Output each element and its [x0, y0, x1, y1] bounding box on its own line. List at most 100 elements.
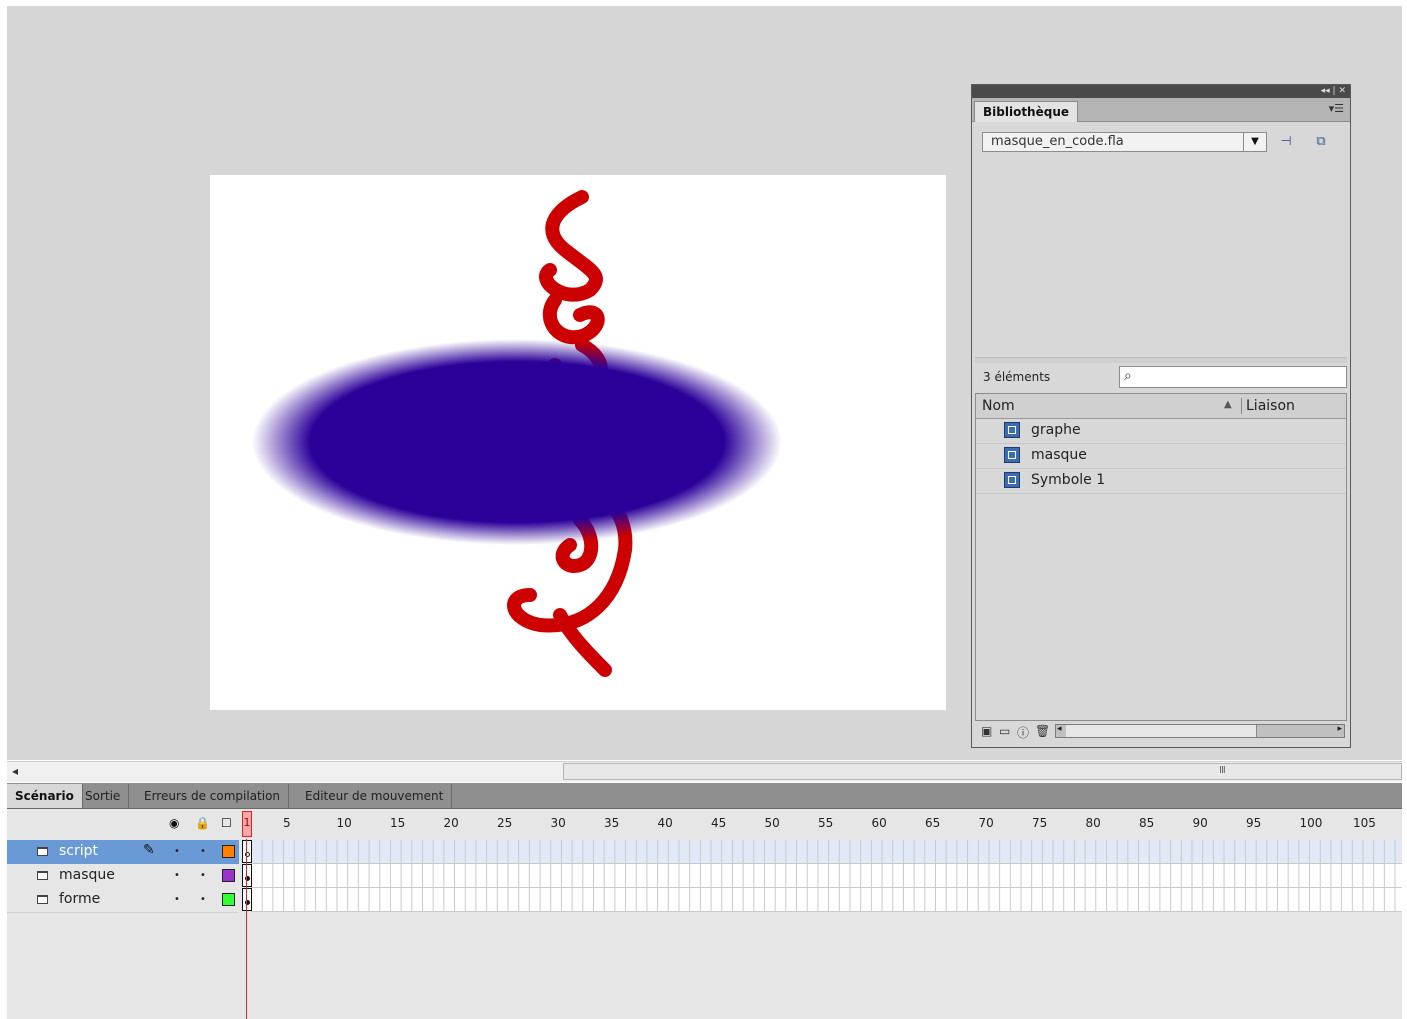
- frame-number: 85: [1139, 816, 1155, 830]
- eye-icon[interactable]: ◉: [169, 816, 179, 830]
- library-panel: ◂◂ | ✕ Bibliothèque ▾☰ masque_en_code.fl…: [971, 84, 1351, 748]
- scroll-thumb[interactable]: [1066, 725, 1257, 737]
- visibility-dot[interactable]: •: [174, 894, 180, 905]
- scroll-left-icon[interactable]: ◂: [12, 764, 18, 778]
- library-divider[interactable]: [975, 357, 1347, 363]
- frame-row[interactable]: [251, 888, 1402, 912]
- outline-color-swatch[interactable]: [222, 845, 235, 858]
- visibility-dot[interactable]: •: [174, 846, 180, 857]
- frame-grid[interactable]: [251, 840, 1402, 913]
- outline-icon[interactable]: ☐: [221, 816, 232, 830]
- frame-number: 40: [657, 816, 673, 830]
- timeline-tab-row: Scénario Sortie Erreurs de compilation E…: [7, 783, 1402, 809]
- tab-motion-editor[interactable]: Editeur de mouvement: [297, 784, 453, 808]
- frame-number: 75: [1032, 816, 1048, 830]
- library-titlebar: ◂◂ | ✕: [972, 85, 1350, 98]
- library-item[interactable]: graphe: [976, 419, 1346, 444]
- tab-scenario[interactable]: Scénario: [7, 784, 83, 808]
- scroll-grip-icon: III: [1219, 765, 1226, 776]
- new-symbol-icon[interactable]: ▣: [981, 724, 992, 738]
- layer-name: forme: [59, 891, 101, 907]
- column-linkage-header[interactable]: Liaison: [1241, 398, 1295, 414]
- lock-dot[interactable]: •: [200, 846, 206, 857]
- pin-library-icon[interactable]: ⊣: [1277, 133, 1295, 151]
- scroll-right-icon[interactable]: ▸: [1337, 724, 1342, 734]
- frame-number: 5: [283, 816, 291, 830]
- tab-sortie[interactable]: Sortie: [77, 784, 130, 808]
- sort-ascending-icon[interactable]: ▲: [1224, 399, 1232, 410]
- frame-number: 95: [1246, 816, 1262, 830]
- library-search-input[interactable]: ⌕: [1119, 366, 1347, 388]
- playhead[interactable]: 1: [242, 811, 252, 837]
- keyframe[interactable]: [242, 888, 252, 911]
- panel-menu-icon[interactable]: ▾☰: [1329, 102, 1344, 115]
- frame-number: 90: [1192, 816, 1208, 830]
- frame-number: 15: [390, 816, 406, 830]
- outline-color-swatch[interactable]: [222, 893, 235, 906]
- layer-icon: [37, 895, 48, 904]
- layer-script[interactable]: script ✎ • •: [7, 840, 239, 865]
- frame-number: 20: [443, 816, 459, 830]
- symbol-icon: [1004, 422, 1020, 438]
- library-horizontal-scrollbar[interactable]: ◂ ▸: [1055, 724, 1345, 738]
- scroll-left-icon[interactable]: ◂: [1057, 724, 1062, 734]
- outline-color-swatch[interactable]: [222, 869, 235, 882]
- stage-horizontal-scrollbar[interactable]: ◂ III: [7, 761, 1402, 782]
- frame-row[interactable]: [251, 840, 1402, 864]
- library-preview-area: [975, 160, 1347, 430]
- new-folder-icon[interactable]: ▭: [999, 724, 1010, 738]
- frame-number: 105: [1353, 816, 1376, 830]
- frame-number: 100: [1299, 816, 1323, 830]
- library-list-header: Nom ▲ Liaison: [976, 394, 1346, 419]
- layer-forme[interactable]: forme • •: [7, 888, 239, 913]
- layer-icon: [37, 847, 48, 856]
- library-file-select[interactable]: masque_en_code.fla ▼: [982, 132, 1267, 152]
- library-item-label: graphe: [1031, 422, 1081, 438]
- frame-number: 60: [871, 816, 887, 830]
- frame-number: 45: [711, 816, 727, 830]
- pencil-icon: ✎: [143, 842, 155, 858]
- lock-icon[interactable]: 🔒: [195, 816, 210, 830]
- playhead-line: [246, 839, 247, 1019]
- frame-number: 55: [818, 816, 834, 830]
- properties-icon[interactable]: ⓘ: [1017, 724, 1029, 741]
- frame-number: 25: [497, 816, 513, 830]
- symbol-icon: [1004, 472, 1020, 488]
- stage-canvas[interactable]: [210, 175, 946, 710]
- frame-number: 80: [1085, 816, 1101, 830]
- scroll-thumb[interactable]: [563, 763, 1402, 780]
- layer-icon: [37, 871, 48, 880]
- search-icon: ⌕: [1124, 368, 1132, 384]
- library-item-count: 3 éléments: [983, 370, 1051, 384]
- blurred-ellipse: [252, 339, 782, 545]
- layer-name: masque: [59, 867, 115, 883]
- keyframe[interactable]: [242, 840, 252, 863]
- column-name-header[interactable]: Nom: [982, 398, 1015, 414]
- frame-number: 65: [925, 816, 941, 830]
- tab-library[interactable]: Bibliothèque: [974, 101, 1079, 122]
- library-item-label: Symbole 1: [1031, 472, 1106, 488]
- frame-number: 30: [550, 816, 566, 830]
- panel-collapse-close-icon[interactable]: ◂◂ | ✕: [1321, 85, 1346, 98]
- lock-dot[interactable]: •: [200, 894, 206, 905]
- trash-icon[interactable]: 🗑: [1035, 724, 1050, 738]
- layer-masque[interactable]: masque • •: [7, 864, 239, 889]
- tab-compile-errors[interactable]: Erreurs de compilation: [136, 784, 290, 808]
- visibility-dot[interactable]: •: [174, 870, 180, 881]
- lock-dot[interactable]: •: [200, 870, 206, 881]
- keyframe[interactable]: [242, 864, 252, 887]
- frame-row[interactable]: [251, 864, 1402, 888]
- library-file-value: masque_en_code.fla: [991, 134, 1124, 149]
- library-item[interactable]: masque: [976, 444, 1346, 469]
- stage-artwork: [252, 190, 782, 677]
- frame-number: 10: [336, 816, 352, 830]
- frame-number: 35: [604, 816, 620, 830]
- chevron-down-icon[interactable]: ▼: [1243, 133, 1266, 151]
- timeline-header: ◉ 🔒 ☐ 5 10 15 20 25 30 35 40 45 50 55 60 65 70 75 80 85 9…: [7, 809, 1402, 839]
- layer-name: script: [59, 843, 99, 859]
- timeline-panel: Scénario Sortie Erreurs de compilation E…: [7, 783, 1402, 1019]
- new-library-panel-icon[interactable]: ⧉: [1312, 133, 1330, 151]
- symbol-icon: [1004, 447, 1020, 463]
- library-item-label: masque: [1031, 447, 1087, 463]
- library-item[interactable]: Symbole 1: [976, 469, 1346, 494]
